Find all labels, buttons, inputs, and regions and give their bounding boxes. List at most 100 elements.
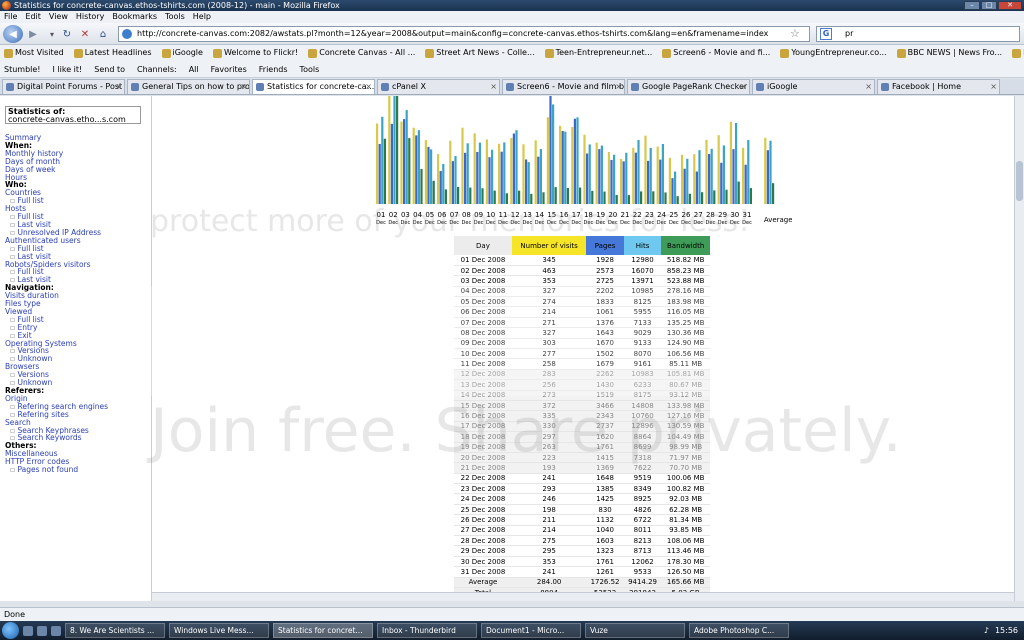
forward-button[interactable]: ▶ (24, 25, 42, 43)
table-cell: 345 (511, 255, 587, 266)
tab-item[interactable]: Digital Point Forums - Post ... × (2, 79, 125, 94)
taskbar-button[interactable]: 8. We Are Scientists ... (65, 623, 165, 638)
menu-view[interactable]: View (49, 11, 68, 23)
chart-bar (437, 154, 440, 204)
tab-close-icon[interactable]: × (990, 80, 997, 94)
bookmark-item[interactable]: Most Visited (4, 45, 64, 61)
bookmark-item[interactable]: BBC NEWS | News Fro... (896, 45, 1002, 61)
stumble-item[interactable]: All (189, 61, 199, 77)
table-cell: 277 (511, 348, 587, 360)
menu-tools[interactable]: Tools (165, 11, 185, 23)
bookmark-item[interactable]: Welcome to Flickr! (212, 45, 298, 61)
reload-icon[interactable]: ↻ (60, 25, 74, 43)
sidebar-link[interactable]: Full list (5, 197, 151, 205)
sidebar-link[interactable]: Hours (5, 173, 151, 182)
taskbar-button[interactable]: Adobe Photoshop C... (689, 623, 789, 638)
tab-item[interactable]: Statistics for concrete-ca... × (252, 79, 375, 94)
bookmark-item[interactable]: iGoogle (161, 45, 203, 61)
back-button[interactable]: ◀ (3, 25, 23, 43)
menu-help[interactable]: Help (193, 11, 211, 23)
window-title: Statistics for concrete-canvas.ethos-tsh… (14, 1, 340, 10)
tab-close-icon[interactable]: × (365, 80, 372, 94)
tab-close-icon[interactable]: × (865, 80, 872, 94)
google-search-icon[interactable]: G (820, 28, 832, 40)
quicklaunch-icon[interactable] (51, 625, 61, 636)
bookmark-item[interactable]: Concrete Canvas - All ... (308, 45, 415, 61)
url-bar[interactable]: http://concrete-canvas.com:2082/awstats.… (118, 26, 810, 42)
stumble-item[interactable]: Friends (259, 61, 288, 77)
table-cell: 8349 (623, 483, 662, 495)
table-cell: 1385 (586, 483, 624, 495)
tab-item[interactable]: General Tips on how to pro... × (127, 79, 250, 94)
chart-bar (393, 96, 396, 204)
table-cell: 104.49 MB (661, 431, 710, 443)
stumble-item[interactable]: Send to (94, 61, 125, 77)
chart-bar (390, 123, 393, 204)
minimize-button[interactable]: – (964, 1, 980, 10)
stumble-item[interactable]: I like it! (53, 61, 83, 77)
chart-x-tick: 02 (389, 211, 398, 219)
horizontal-scrollbar[interactable] (152, 592, 1014, 601)
chart-bar (595, 142, 598, 204)
tab-item[interactable]: Facebook | Home × (877, 79, 1000, 94)
stumble-item[interactable]: Channels: (137, 61, 177, 77)
bookmark-item[interactable]: Latest Headlines (73, 45, 152, 61)
table-cell: 8213 (623, 535, 662, 547)
menu-history[interactable]: History (76, 11, 104, 23)
close-button[interactable]: ✕ (998, 1, 1022, 10)
bookmark-item[interactable]: YoungEntrepreneur.co... (780, 45, 887, 61)
bookmark-icon (780, 48, 790, 58)
menu-bookmarks[interactable]: Bookmarks (112, 11, 157, 23)
sidebar-link[interactable]: Pages not found (5, 466, 151, 474)
stumble-item[interactable]: Stumble! (4, 61, 41, 77)
home-icon[interactable]: ⌂ (96, 25, 110, 43)
table-cell: 372 (511, 400, 587, 412)
tab-item[interactable]: Google PageRank Checker ... × (627, 79, 750, 94)
chart-bar (515, 130, 518, 204)
taskbar-button[interactable]: Vuze (585, 623, 685, 638)
table-cell: 9029 (623, 327, 662, 339)
taskbar-button[interactable]: Statistics for concret... (273, 623, 373, 638)
scrollbar-thumb[interactable] (1016, 161, 1023, 201)
stop-icon[interactable]: ✕ (78, 25, 92, 43)
maximize-button[interactable]: □ (981, 1, 997, 10)
table-cell: 03 Dec 2008 (454, 275, 512, 287)
window-controls: – □ ✕ (964, 1, 1022, 10)
tab-close-icon[interactable]: × (490, 80, 497, 94)
table-cell: 17 Dec 2008 (454, 421, 512, 433)
tab-close-icon[interactable]: × (240, 80, 247, 94)
chart-x-tick: 15 (547, 211, 556, 219)
volume-icon[interactable]: ♪ (984, 626, 989, 635)
tab-close-icon[interactable]: × (115, 80, 122, 94)
chart-x-tick: 01 (377, 211, 386, 219)
menu-file[interactable]: File (4, 11, 17, 23)
vertical-scrollbar[interactable] (1014, 96, 1024, 601)
history-dropdown-icon[interactable]: ▾ (46, 25, 58, 43)
table-cell: 105.81 MB (661, 369, 710, 381)
tab-close-icon[interactable]: × (740, 80, 747, 94)
stumble-item[interactable]: Tools (300, 61, 320, 77)
stumble-item[interactable]: Favorites (211, 61, 247, 77)
chart-bar (485, 139, 488, 204)
table-cell: 1261 (586, 566, 624, 578)
bookmark-item[interactable]: Economics Blog - curr... (1012, 45, 1024, 61)
bookmark-item[interactable]: Teen-Entrepreneur.net... (544, 45, 652, 61)
bookmark-item[interactable]: Screen6 - Movie and fi... (662, 45, 770, 61)
table-cell: 93.85 MB (661, 525, 710, 537)
taskbar-button[interactable]: Windows Live Mess... (169, 623, 269, 638)
start-button[interactable] (2, 622, 19, 639)
search-input[interactable]: G pr (816, 26, 1020, 42)
bookmark-item[interactable]: Street Art News - Colle... (425, 45, 535, 61)
bookmark-star-icon[interactable]: ☆ (790, 27, 800, 40)
chart-x-tick: 13 (523, 211, 532, 219)
quicklaunch-icon[interactable] (37, 625, 47, 636)
quicklaunch-icon[interactable] (23, 625, 33, 636)
menu-edit[interactable]: Edit (25, 11, 41, 23)
table-row: 25 Dec 2008 198 830 4826 62.28 MB (454, 504, 710, 516)
taskbar-button[interactable]: Inbox - Thunderbird (377, 623, 477, 638)
taskbar-button[interactable]: Document1 - Micro... (481, 623, 581, 638)
tab-item[interactable]: cPanel X × (377, 79, 500, 94)
tab-close-icon[interactable]: × (615, 80, 622, 94)
tab-item[interactable]: iGoogle × (752, 79, 875, 94)
tab-item[interactable]: Screen6 - Movie and film bl... × (502, 79, 625, 94)
